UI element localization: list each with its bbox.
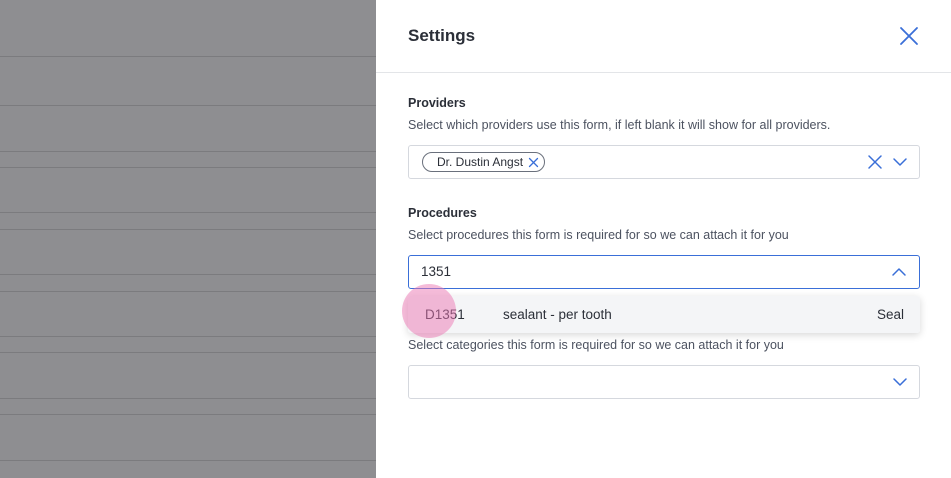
providers-select[interactable]: Dr. Dustin Angst: [408, 145, 920, 179]
backdrop-row-divider: [0, 274, 376, 275]
backdrop-row-divider: [0, 352, 376, 353]
chevron-down-icon[interactable]: [892, 374, 908, 390]
panel-title: Settings: [408, 26, 476, 45]
categories-description: Select categories this form is required …: [408, 338, 784, 352]
backdrop-row-divider: [0, 167, 376, 168]
backdrop-row-divider: [0, 336, 376, 337]
backdrop-row-divider: [0, 414, 376, 415]
procedure-option[interactable]: D1351 sealant - per tooth Seal: [408, 296, 920, 333]
backdrop-row-divider: [0, 56, 376, 57]
close-icon[interactable]: [898, 25, 920, 47]
chevron-up-icon[interactable]: [891, 264, 907, 280]
clear-icon[interactable]: [867, 154, 883, 170]
procedures-dropdown: D1351 sealant - per tooth Seal: [408, 296, 920, 333]
backdrop-row-divider: [0, 291, 376, 292]
providers-label: Providers: [408, 96, 466, 110]
backdrop-row-divider: [0, 398, 376, 399]
procedures-search-input[interactable]: 1351: [408, 255, 920, 289]
settings-panel: Settings Providers Select which provider…: [376, 0, 951, 478]
providers-description: Select which providers use this form, if…: [408, 118, 831, 132]
provider-chip-label: Dr. Dustin Angst: [437, 155, 524, 169]
panel-header: Settings: [376, 0, 951, 73]
procedure-option-description: sealant - per tooth: [503, 307, 612, 322]
provider-chip: Dr. Dustin Angst: [422, 152, 546, 172]
backdrop-row-divider: [0, 460, 376, 461]
backdrop-row-divider: [0, 229, 376, 230]
procedures-description: Select procedures this form is required …: [408, 228, 789, 242]
procedure-option-code: D1351: [425, 307, 465, 322]
modal-backdrop[interactable]: [0, 0, 376, 478]
backdrop-row-divider: [0, 105, 376, 106]
backdrop-row-divider: [0, 151, 376, 152]
categories-select[interactable]: [408, 365, 920, 399]
procedures-label: Procedures: [408, 206, 477, 220]
procedure-option-category: Seal: [876, 307, 904, 322]
chip-remove-icon[interactable]: [528, 157, 539, 168]
backdrop-row-divider: [0, 212, 376, 213]
procedures-input-value: 1351: [421, 264, 452, 279]
chevron-down-icon[interactable]: [892, 154, 908, 170]
